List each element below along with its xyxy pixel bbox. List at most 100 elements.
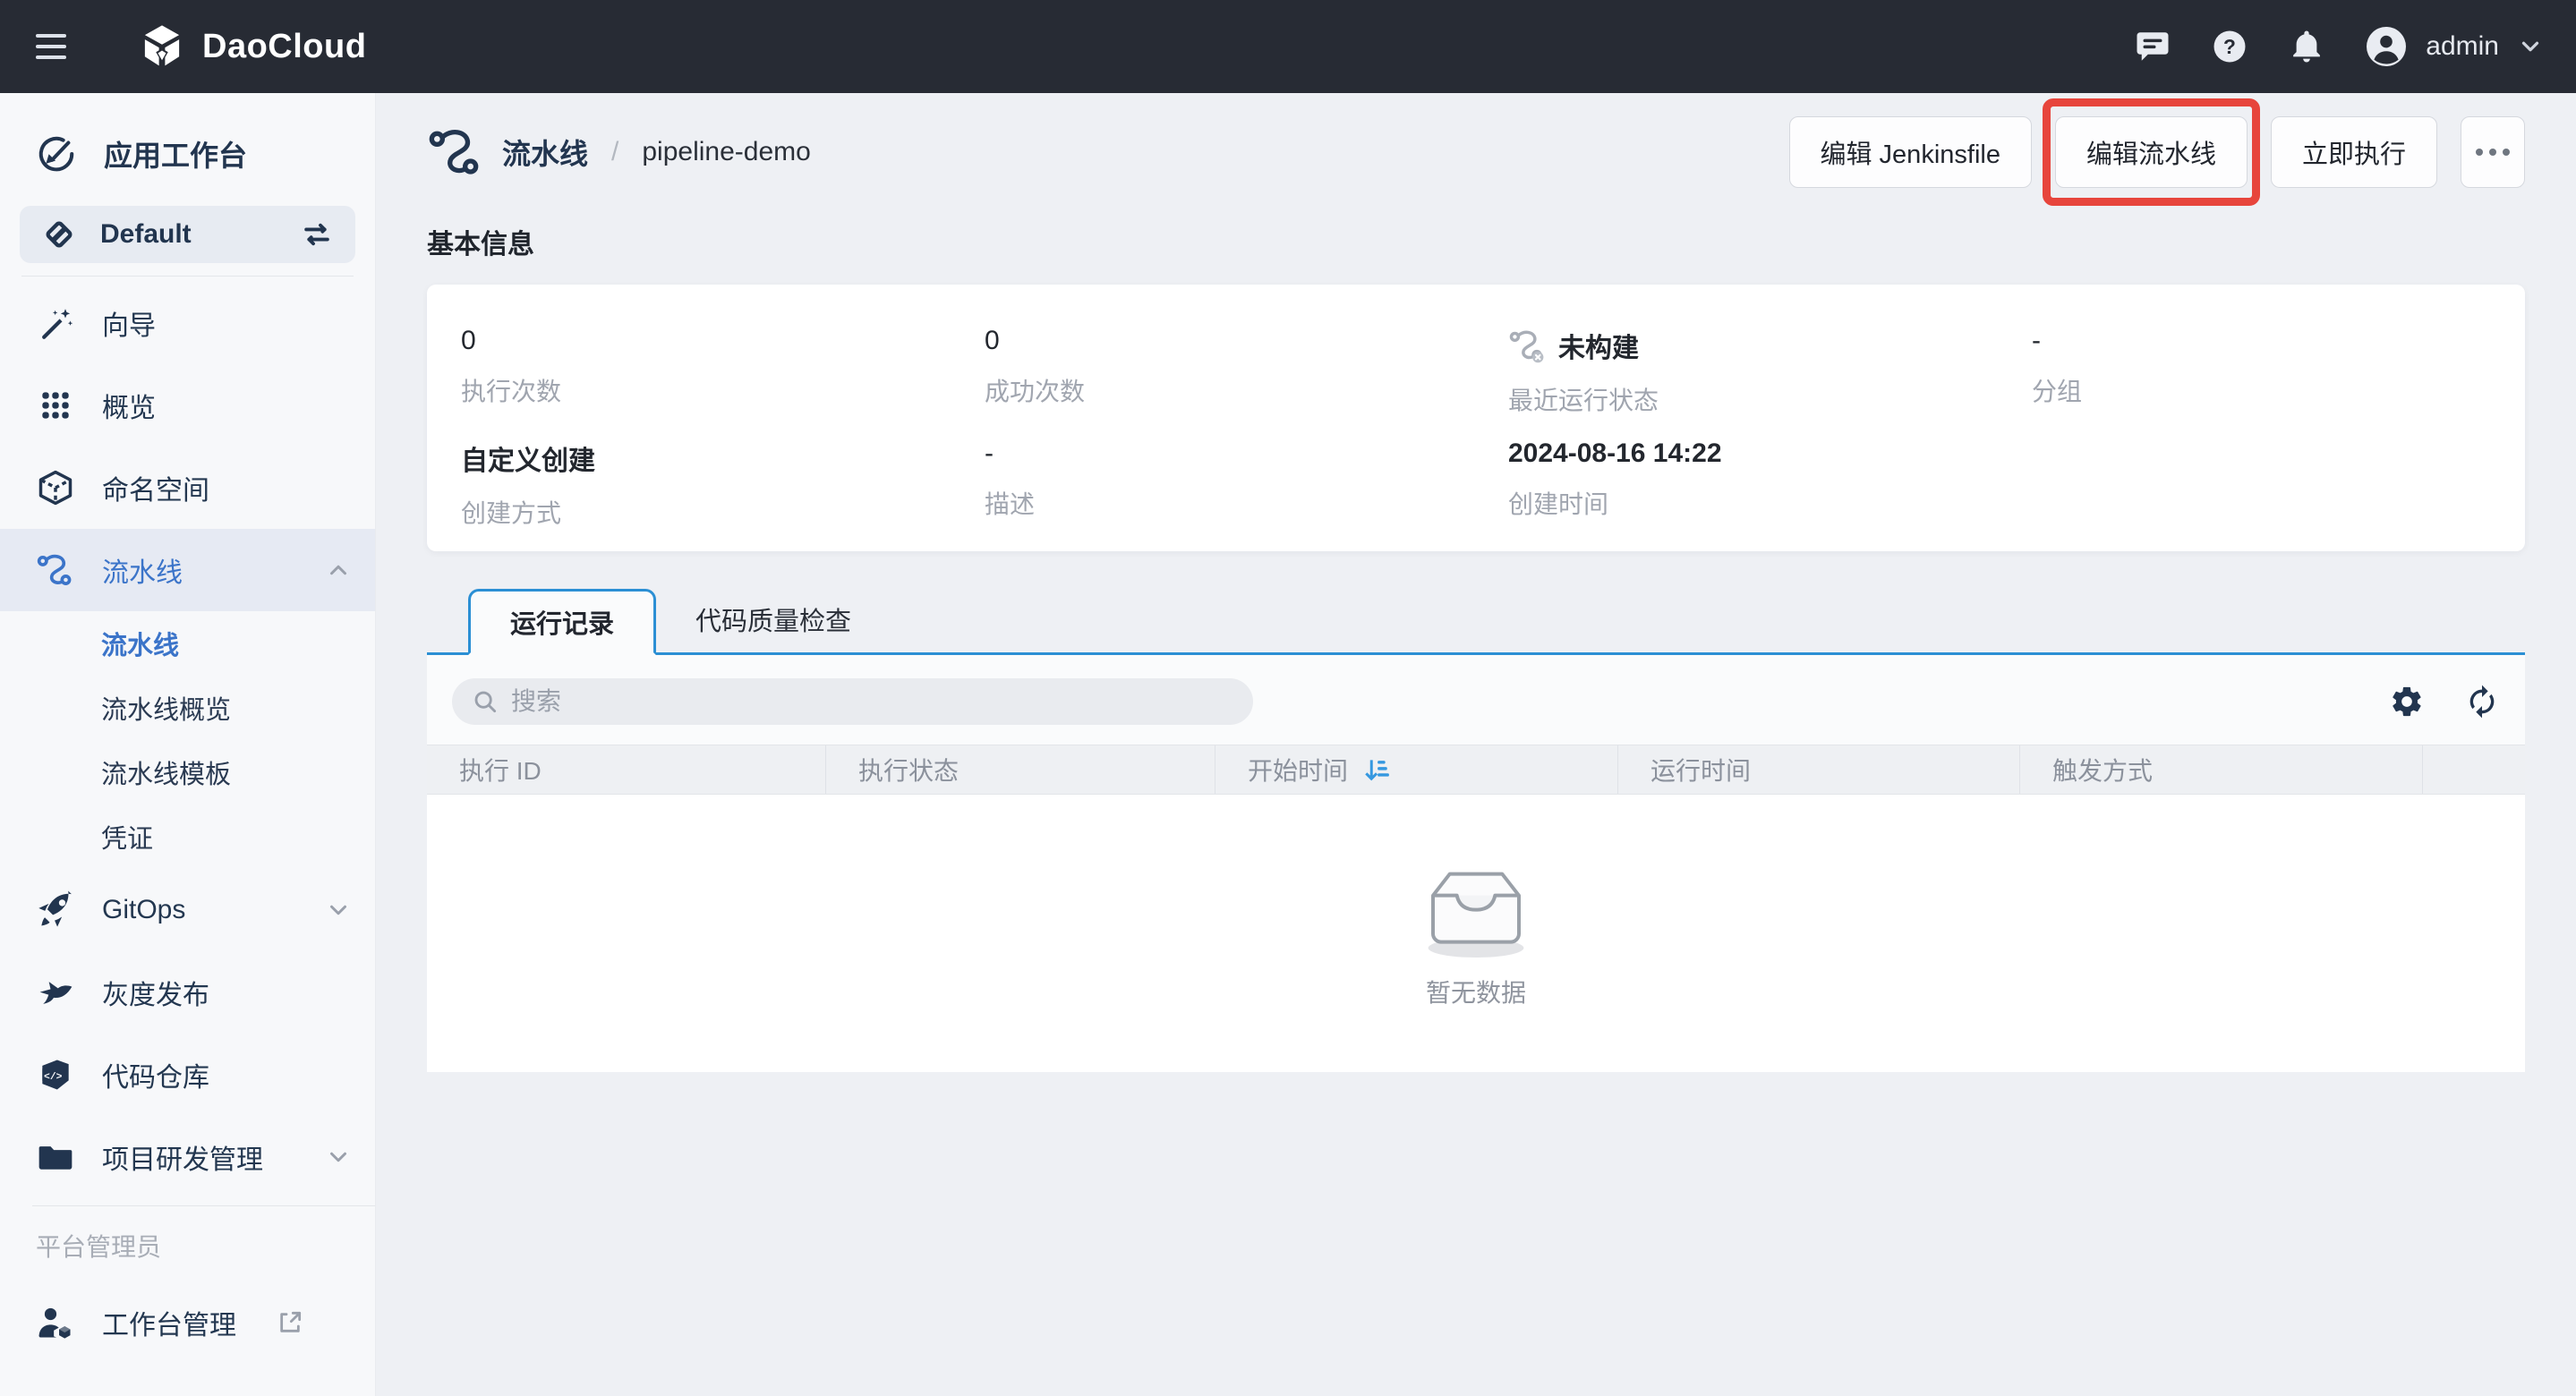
info-cell-success-count: 0 成功次数 bbox=[985, 326, 1508, 438]
chevron-down-icon bbox=[325, 897, 352, 924]
info-label: 描述 bbox=[985, 485, 1508, 521]
column-label: 开始时间 bbox=[1248, 752, 1348, 787]
column-header-start-time[interactable]: 开始时间 bbox=[1215, 745, 1618, 794]
run-now-button[interactable]: 立即执行 bbox=[2271, 116, 2437, 188]
chevron-down-icon bbox=[2517, 33, 2544, 60]
subnav-label: 凭证 bbox=[101, 818, 153, 855]
subnav-item-pipeline-overview[interactable]: 流水线概览 bbox=[0, 676, 375, 740]
column-header-exec-id[interactable]: 执行 ID bbox=[427, 745, 826, 794]
chevron-up-icon bbox=[325, 557, 352, 583]
page: DaoCloud ? admin bbox=[0, 0, 2576, 1396]
username: admin bbox=[2426, 31, 2499, 62]
sidebar-item-overview[interactable]: 概览 bbox=[0, 364, 375, 447]
sidebar-item-label: 代码仓库 bbox=[102, 1055, 352, 1094]
edit-jenkinsfile-button[interactable]: 编辑 Jenkinsfile bbox=[1789, 116, 2032, 188]
subnav-item-credentials[interactable]: 凭证 bbox=[0, 804, 375, 869]
search-input[interactable] bbox=[452, 678, 1253, 725]
bird-icon bbox=[36, 973, 75, 1012]
info-label: 执行次数 bbox=[461, 372, 985, 408]
info-value: 0 bbox=[985, 326, 1508, 356]
subnav-label: 流水线概览 bbox=[101, 689, 231, 727]
info-cell-creation-time: 2024-08-16 14:22 创建时间 bbox=[1508, 438, 2032, 551]
topbar-right: ? admin bbox=[2134, 25, 2544, 68]
info-cell-empty bbox=[2032, 438, 2491, 551]
sidebar-item-gray-release[interactable]: 灰度发布 bbox=[0, 951, 375, 1034]
column-header-trigger-method[interactable]: 触发方式 bbox=[2020, 745, 2423, 794]
breadcrumb-root[interactable]: 流水线 bbox=[502, 132, 588, 173]
info-label: 成功次数 bbox=[985, 372, 1508, 408]
external-link-icon bbox=[276, 1308, 304, 1337]
sidebar-item-gitops[interactable]: GitOps bbox=[0, 869, 375, 951]
topbar: DaoCloud ? admin bbox=[0, 0, 2576, 93]
subnav-item-pipeline-template[interactable]: 流水线模板 bbox=[0, 740, 375, 804]
sidebar-item-pipeline[interactable]: 流水线 bbox=[0, 529, 375, 611]
subnav-item-pipeline[interactable]: 流水线 bbox=[0, 611, 375, 676]
refresh-icon[interactable] bbox=[2464, 684, 2500, 719]
message-icon[interactable] bbox=[2134, 28, 2171, 65]
main-content: 流水线 / pipeline-demo 编辑 Jenkinsfile 编辑流水线… bbox=[376, 93, 2576, 1396]
column-label: 运行时间 bbox=[1651, 752, 1751, 787]
info-value: 2024-08-16 14:22 bbox=[1508, 438, 2032, 469]
basic-info-card: 0 执行次数 0 成功次数 bbox=[427, 285, 2525, 551]
switch-workspace-icon[interactable] bbox=[300, 217, 334, 251]
table-header: 执行 ID 执行状态 开始时间 运行时间 触发方式 bbox=[427, 745, 2525, 795]
svg-text:</>: </> bbox=[44, 1072, 63, 1083]
rocket-icon bbox=[36, 890, 75, 930]
brand-name: DaoCloud bbox=[202, 28, 366, 66]
breadcrumb-separator: / bbox=[611, 137, 618, 167]
run-records-panel: 执行 ID 执行状态 开始时间 运行时间 触发方式 bbox=[427, 655, 2525, 1072]
sort-descending-icon[interactable] bbox=[1361, 754, 1391, 785]
empty-text: 暂无数据 bbox=[1426, 974, 1526, 1009]
gear-icon[interactable] bbox=[2389, 684, 2425, 719]
daocloud-logo-icon bbox=[138, 22, 186, 71]
edit-pipeline-highlight: 编辑流水线 bbox=[2055, 116, 2248, 188]
info-cell-creation-method: 自定义创建 创建方式 bbox=[461, 438, 985, 551]
workspace-selector[interactable]: Default bbox=[20, 206, 355, 263]
info-cell-exec-count: 0 执行次数 bbox=[461, 326, 985, 438]
sidebar-item-namespace[interactable]: 命名空间 bbox=[0, 447, 375, 529]
sidebar-item-workbench-admin[interactable]: 工作台管理 bbox=[0, 1281, 375, 1364]
pipeline-icon bbox=[36, 550, 75, 590]
sidebar-item-label: GitOps bbox=[102, 895, 298, 925]
sidebar: 应用工作台 Default bbox=[0, 93, 376, 1396]
info-value: - bbox=[985, 438, 1508, 469]
column-header-exec-status[interactable]: 执行状态 bbox=[826, 745, 1215, 794]
info-label: 最近运行状态 bbox=[1508, 381, 2032, 417]
bell-icon[interactable] bbox=[2288, 28, 2325, 65]
avatar-icon bbox=[2365, 25, 2408, 68]
brand[interactable]: DaoCloud bbox=[138, 22, 366, 71]
page-header: 流水线 / pipeline-demo 编辑 Jenkinsfile 编辑流水线… bbox=[427, 116, 2525, 188]
info-value: 未构建 bbox=[1508, 326, 2032, 365]
user-menu[interactable]: admin bbox=[2365, 25, 2544, 68]
code-box-icon: </> bbox=[36, 1055, 75, 1094]
column-header-actions bbox=[2423, 745, 2525, 794]
status-text: 未构建 bbox=[1558, 326, 1639, 365]
table-toolbar bbox=[427, 655, 2525, 745]
sidebar-item-wizard[interactable]: 向导 bbox=[0, 282, 375, 364]
sidebar-item-project-mgmt[interactable]: 项目研发管理 bbox=[0, 1116, 375, 1198]
sidebar-item-label: 向导 bbox=[102, 303, 352, 343]
sidebar-item-label: 工作台管理 bbox=[102, 1303, 236, 1342]
help-icon[interactable]: ? bbox=[2211, 28, 2248, 65]
ellipsis-icon bbox=[2476, 149, 2483, 156]
tab-run-records[interactable]: 运行记录 bbox=[468, 589, 656, 655]
workspace-header: 应用工作台 bbox=[0, 123, 375, 184]
subnav-label: 流水线 bbox=[101, 625, 179, 662]
info-value: - bbox=[2032, 326, 2491, 356]
tab-code-quality[interactable]: 代码质量检查 bbox=[656, 586, 891, 652]
svg-text:?: ? bbox=[2223, 35, 2236, 58]
edit-pipeline-button[interactable]: 编辑流水线 bbox=[2055, 116, 2248, 188]
sidebar-item-code-repo[interactable]: </> 代码仓库 bbox=[0, 1034, 375, 1116]
cube-outline-icon bbox=[36, 468, 75, 507]
info-cell-last-status: 未构建 最近运行状态 bbox=[1508, 326, 2032, 438]
sidebar-divider bbox=[21, 276, 354, 277]
pipeline-icon bbox=[427, 123, 484, 181]
sidebar-item-label: 项目研发管理 bbox=[102, 1137, 298, 1177]
more-actions-button[interactable] bbox=[2461, 116, 2525, 188]
column-header-run-duration[interactable]: 运行时间 bbox=[1618, 745, 2020, 794]
empty-state: 暂无数据 bbox=[427, 795, 2525, 1072]
breadcrumb: 流水线 / pipeline-demo bbox=[427, 123, 811, 181]
chevron-down-icon bbox=[325, 1144, 352, 1170]
menu-icon[interactable] bbox=[36, 34, 72, 59]
info-label: 分组 bbox=[2032, 372, 2491, 408]
